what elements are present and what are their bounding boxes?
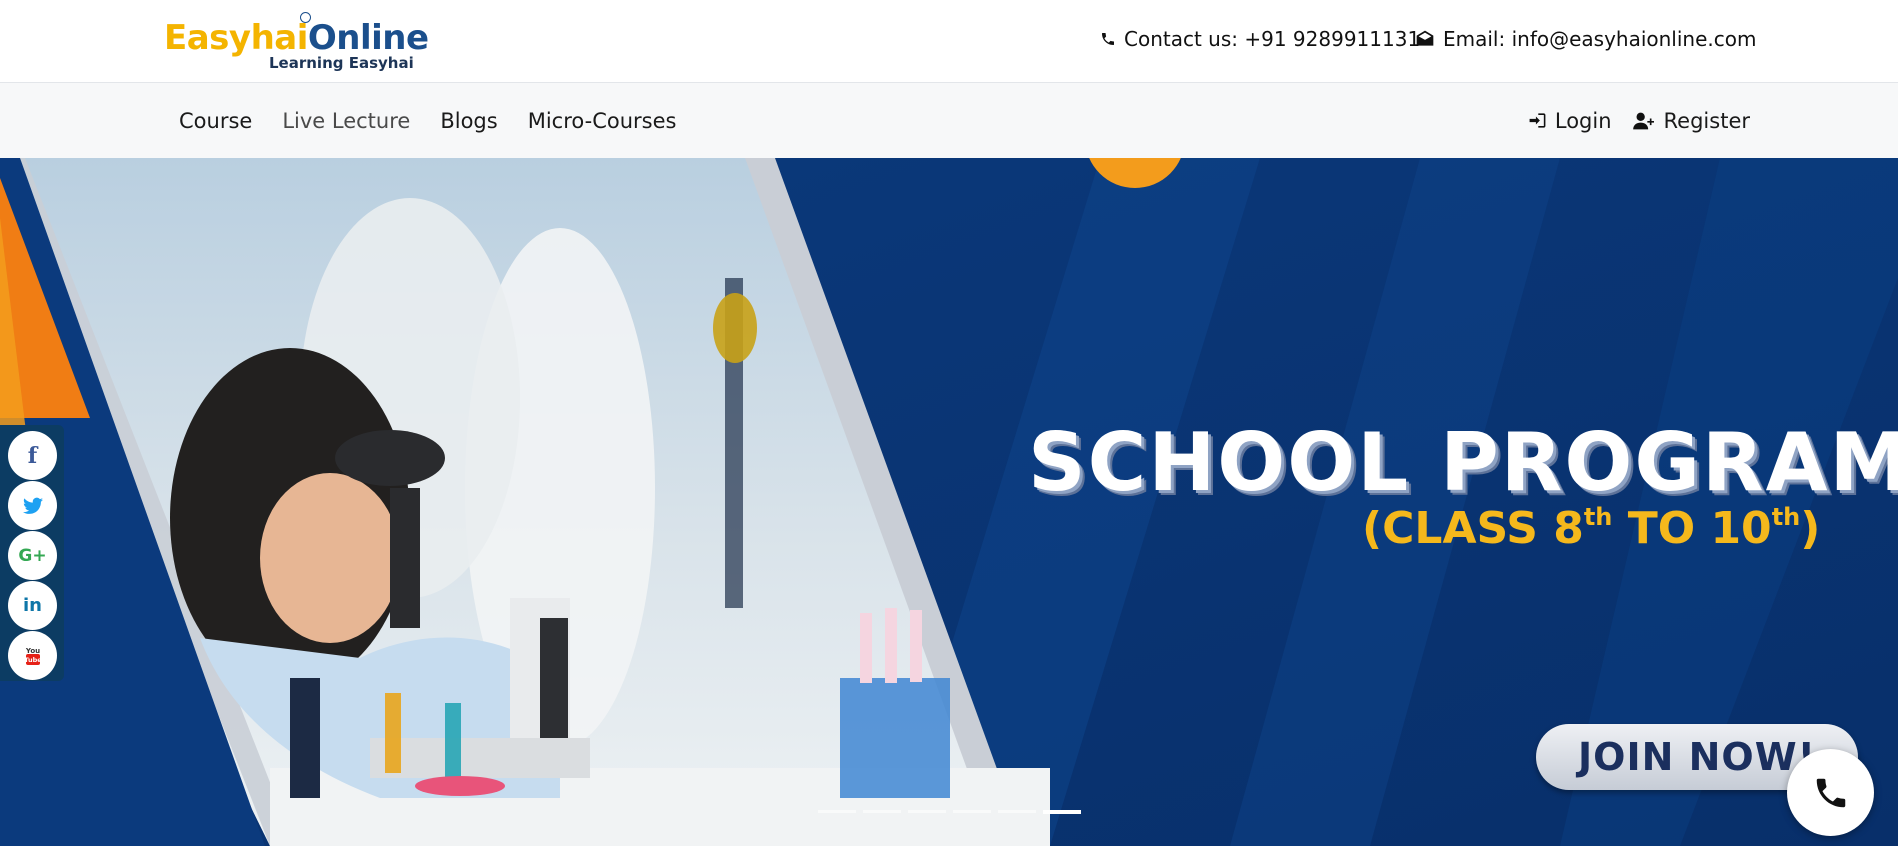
carousel-dot[interactable] [998,810,1036,813]
subtitle-sup-2: th [1771,503,1801,531]
top-header: EasyhaiOnline Learning Easyhai Contact u… [0,0,1898,83]
subtitle-part-2: TO 10 [1612,503,1772,554]
email-text: Email: info@easyhaionline.com [1443,27,1757,51]
facebook-link[interactable]: f [8,431,57,480]
nav-item-blogs[interactable]: Blogs [425,109,512,133]
sign-in-icon [1529,113,1546,128]
auth-links: Login Register [1528,83,1750,158]
register-link[interactable]: Register [1632,109,1750,133]
contact-email[interactable]: Email: info@easyhaionline.com [1415,26,1756,52]
logo-wordmark: EasyhaiOnline [164,18,429,58]
carousel-indicators [818,810,1081,814]
envelope-icon [1416,30,1434,46]
hero-subtitle: (CLASS 8th TO 10th) [1362,503,1820,554]
youtube-icon: YouTube [24,647,42,665]
hero-title: SCHOOL PROGRAM [1028,416,1898,509]
phone-icon [1816,778,1845,807]
site-logo[interactable]: EasyhaiOnline Learning Easyhai [164,12,429,72]
carousel-dot-active[interactable] [1043,810,1081,814]
svg-text:Tube: Tube [24,656,42,664]
logo-tagline: Learning Easyhai [269,54,414,72]
youtube-link[interactable]: You Tube [8,631,57,680]
linkedin-link[interactable]: in [8,581,57,630]
logo-brand-second: Online [307,18,429,58]
google-plus-link[interactable]: G+ [8,531,57,580]
subtitle-part-1: (CLASS 8 [1362,503,1584,554]
carousel-dot[interactable] [863,810,901,813]
nav-item-live-lecture[interactable]: Live Lecture [267,109,425,133]
subtitle-part-3: ) [1800,503,1821,554]
carousel-dot[interactable] [953,810,991,813]
user-plus-icon [1632,112,1654,129]
carousel-dot[interactable] [908,810,946,813]
register-label: Register [1663,108,1750,133]
twitter-icon [22,497,43,514]
social-rail: f G+ in You Tube [0,425,64,681]
google-plus-icon: G+ [18,545,47,566]
contact-text: Contact us: +91 9289911131 [1124,27,1421,51]
facebook-icon: f [27,442,38,469]
svg-text:You: You [24,647,39,655]
linkedin-icon: in [23,595,42,616]
call-button[interactable] [1787,749,1874,836]
login-link[interactable]: Login [1528,109,1612,133]
nav-item-micro-courses[interactable]: Micro-Courses [513,109,692,133]
nav-item-course[interactable]: Course [164,109,267,133]
hero-carousel[interactable]: SCHOOL PROGRAM (CLASS 8th TO 10th) JOIN … [0,158,1898,846]
contact-phone[interactable]: Contact us: +91 9289911131 [1100,26,1420,52]
nav-links: Course Live Lecture Blogs Micro-Courses [164,83,691,158]
subtitle-sup-1: th [1583,503,1613,531]
phone-icon [1102,33,1114,45]
login-label: Login [1554,108,1612,133]
logo-brand-first: Easyhai [164,18,308,58]
twitter-link[interactable] [8,481,57,530]
carousel-dot[interactable] [818,810,856,813]
main-navbar: Course Live Lecture Blogs Micro-Courses … [0,83,1898,158]
